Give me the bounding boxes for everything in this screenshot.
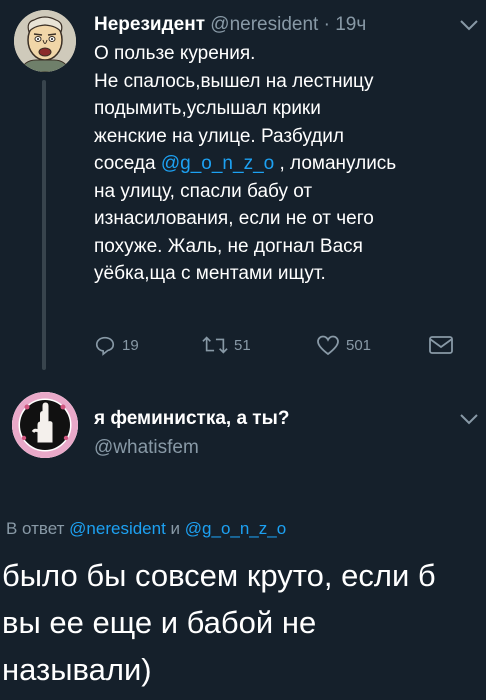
author-name[interactable]: я феминистка, а ты? (94, 408, 289, 430)
cartoon-man-avatar-icon (14, 10, 76, 72)
text-segment: соседа (94, 153, 161, 174)
reply-icon (95, 336, 115, 356)
author-name[interactable]: Нерезидент (94, 14, 205, 35)
envelope-icon (429, 336, 453, 354)
reply-to-line: В ответ @neresident и @g_o_n_z_o (6, 519, 286, 539)
heart-icon (317, 335, 339, 356)
text-line: похуже. Жаль, не догнал Вася (94, 235, 363, 257)
retweet-count: 51 (234, 336, 251, 354)
tweet-time[interactable]: 19ч (335, 14, 366, 35)
reply-text: было бы совсем круто, если б вы ее еще и… (2, 552, 482, 693)
feminist-hand-avatar-icon (12, 392, 78, 458)
thread-line (42, 80, 46, 370)
text-line: изнасилования, если не от чего (94, 208, 374, 229)
reply-prefix: В ответ (6, 519, 70, 538)
reply-and: и (165, 519, 185, 538)
author-handle[interactable]: @neresident (210, 14, 318, 35)
tweet-header: Нерезидент @neresident · 19ч (94, 14, 366, 36)
text-line: вы ее еще и бабой не (2, 605, 317, 640)
retweet-icon (202, 336, 228, 354)
text-line: О пользе курения. (94, 43, 256, 64)
text-line: называли) (2, 652, 152, 687)
text-line: на улицу, спасли бабу от (94, 180, 313, 202)
separator-dot: · (323, 14, 330, 35)
chevron-down-icon[interactable] (458, 412, 480, 426)
text-line: соседа @g_o_n_z_o , ломанулись (94, 150, 474, 178)
mention-link[interactable]: @g_o_n_z_o (185, 519, 286, 538)
avatar[interactable] (12, 392, 78, 458)
text-line: уёбка,ща с ментами ищут. (94, 263, 326, 284)
like-count: 501 (346, 336, 372, 354)
tweet-original: Нерезидент @neresident · 19ч О пользе ку… (0, 0, 486, 370)
text-line: было бы совсем круто, если б (2, 558, 436, 593)
chevron-down-icon[interactable] (458, 18, 480, 32)
like-button[interactable]: 501 (316, 334, 371, 356)
tweet-text: О пользе курения. Не спалось,вышел на ле… (94, 40, 474, 288)
author-handle[interactable]: @whatisfem (94, 437, 199, 459)
reply-button[interactable]: 19 (94, 334, 139, 356)
text-line: подымить,услышал крики (94, 98, 321, 119)
avatar[interactable] (14, 10, 76, 72)
text-line: Не спалось,вышел на лестницу (94, 70, 374, 92)
text-line: женские на улице. Разбудил (94, 125, 344, 147)
reply-count: 19 (122, 336, 139, 354)
mention-link[interactable]: @neresident (69, 519, 166, 538)
dm-button[interactable] (428, 334, 460, 356)
retweet-button[interactable]: 51 (202, 334, 251, 356)
mention-link[interactable]: @g_o_n_z_o (161, 153, 274, 174)
tweet-actions: 19 51 501 (94, 334, 474, 358)
text-segment: , ломанулись (274, 153, 397, 174)
